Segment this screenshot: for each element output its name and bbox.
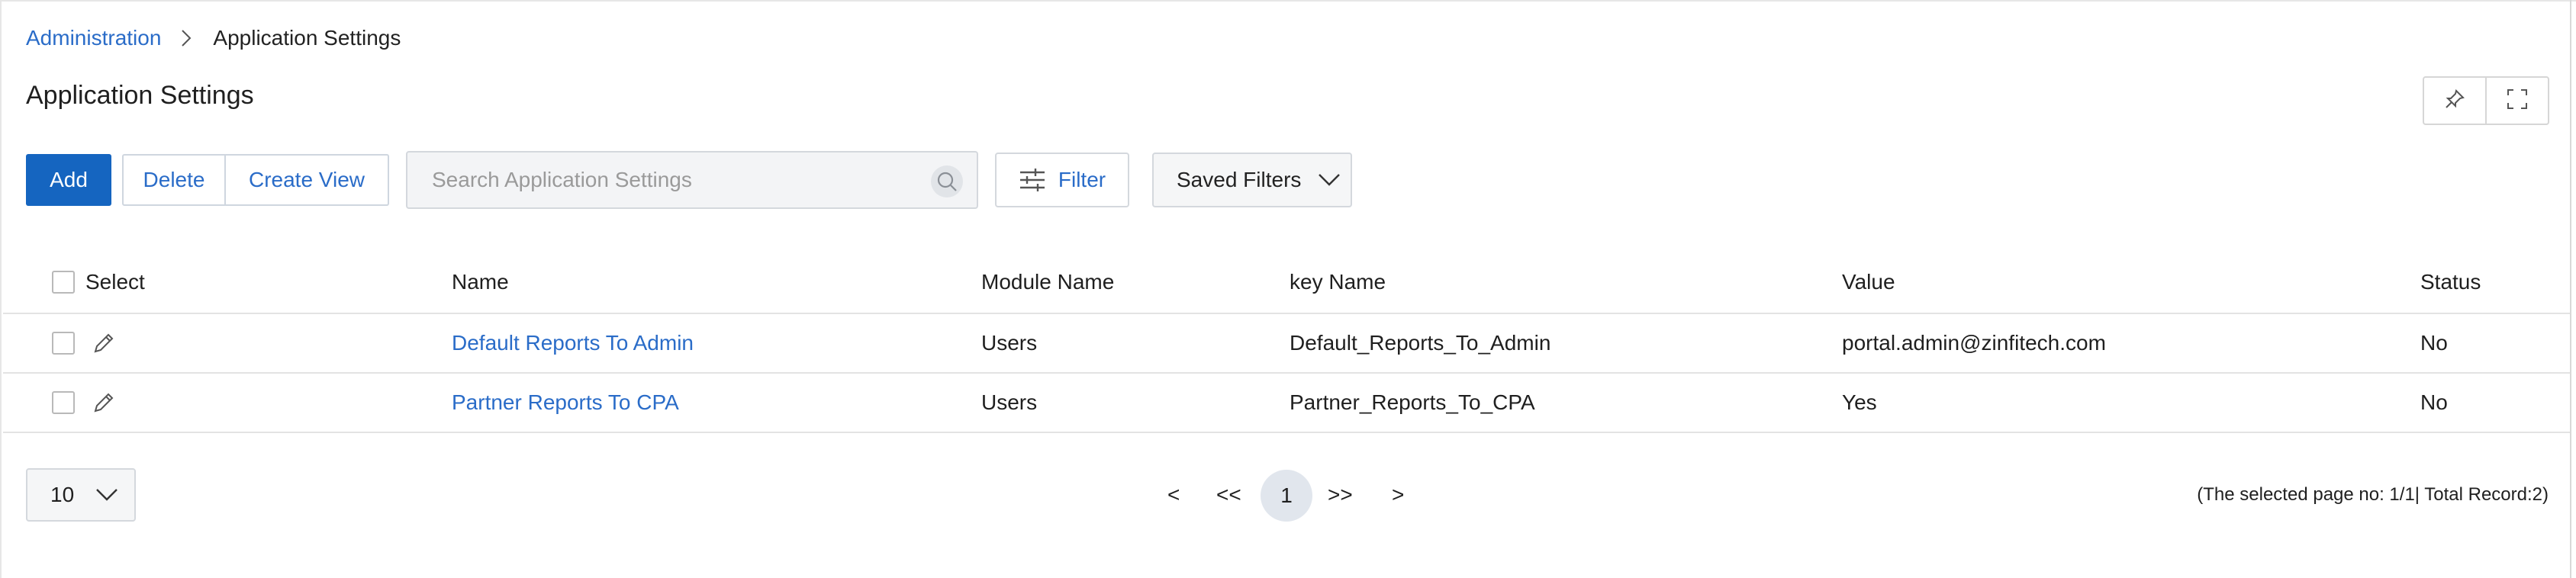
row-checkbox[interactable] [52, 332, 75, 355]
column-header-value[interactable]: Value [1842, 252, 1895, 313]
delete-button[interactable]: Delete [124, 156, 226, 204]
row-select-cell [52, 314, 116, 372]
row-checkbox[interactable] [52, 391, 75, 414]
page-size-value: 10 [50, 483, 75, 506]
page-title: Application Settings [26, 81, 254, 110]
row-status: No [2420, 390, 2448, 414]
select-all-checkbox[interactable] [52, 271, 75, 294]
table-header: Select Name Module Name key Name Value S… [3, 252, 2570, 314]
column-header-module-name[interactable]: Module Name [981, 252, 1114, 313]
filter-sliders-icon [1019, 169, 1045, 191]
chevron-right-icon [181, 29, 192, 47]
chevron-down-icon [96, 489, 118, 501]
page-size-select[interactable]: 10 [26, 468, 136, 522]
table-row: Default Reports To Admin Users Default_R… [3, 314, 2570, 374]
chevron-down-icon [1319, 174, 1341, 186]
action-button-group: Delete Create View [122, 154, 389, 206]
create-view-button[interactable]: Create View [226, 156, 388, 204]
pagination-last-button[interactable]: >> [1328, 468, 1353, 522]
page-actions [2423, 76, 2549, 125]
search-input[interactable] [430, 167, 906, 193]
row-name-link[interactable]: Default Reports To Admin [452, 314, 694, 372]
edit-pencil-icon[interactable] [92, 331, 116, 355]
filter-label: Filter [1058, 168, 1106, 191]
row-name-link[interactable]: Partner Reports To CPA [452, 374, 679, 432]
row-select-cell [52, 374, 116, 432]
select-all-cell: Select [52, 252, 145, 313]
pin-icon [2443, 88, 2466, 114]
edit-pencil-icon[interactable] [92, 390, 116, 415]
row-status: No [2420, 331, 2448, 355]
row-key-name: Default_Reports_To_Admin [1290, 331, 1551, 355]
breadcrumb: Administration Application Settings [26, 23, 401, 53]
column-header-select: Select [85, 270, 145, 294]
pagination-summary: (The selected page no: 1/1| Total Record… [2197, 484, 2549, 505]
fullscreen-button[interactable] [2485, 78, 2548, 124]
breadcrumb-administration-link[interactable]: Administration [26, 26, 161, 50]
add-button[interactable]: Add [26, 154, 111, 206]
row-key-name: Partner_Reports_To_CPA [1290, 390, 1535, 414]
pin-button[interactable] [2424, 78, 2485, 124]
row-value: portal.admin@zinfitech.com [1842, 331, 2106, 355]
pagination-first-button[interactable]: << [1216, 468, 1241, 522]
column-header-name[interactable]: Name [452, 252, 509, 313]
breadcrumb-current: Application Settings [213, 26, 401, 50]
right-border [2570, 0, 2571, 578]
column-header-key-name[interactable]: key Name [1290, 252, 1386, 313]
pagination-current-page[interactable]: 1 [1261, 470, 1312, 522]
saved-filters-label: Saved Filters [1177, 168, 1302, 191]
pagination-next-button[interactable]: > [1392, 468, 1404, 522]
fullscreen-icon [2506, 88, 2529, 114]
filter-button[interactable]: Filter [995, 153, 1129, 207]
search-icon[interactable] [931, 165, 963, 197]
search-box [406, 151, 978, 209]
saved-filters-dropdown[interactable]: Saved Filters [1152, 153, 1352, 207]
row-module-name: Users [981, 390, 1038, 414]
pagination-prev-button[interactable]: < [1167, 468, 1180, 522]
row-value: Yes [1842, 390, 1877, 414]
row-module-name: Users [981, 331, 1038, 355]
table-row: Partner Reports To CPA Users Partner_Rep… [3, 374, 2570, 433]
column-header-status[interactable]: Status [2420, 252, 2481, 313]
